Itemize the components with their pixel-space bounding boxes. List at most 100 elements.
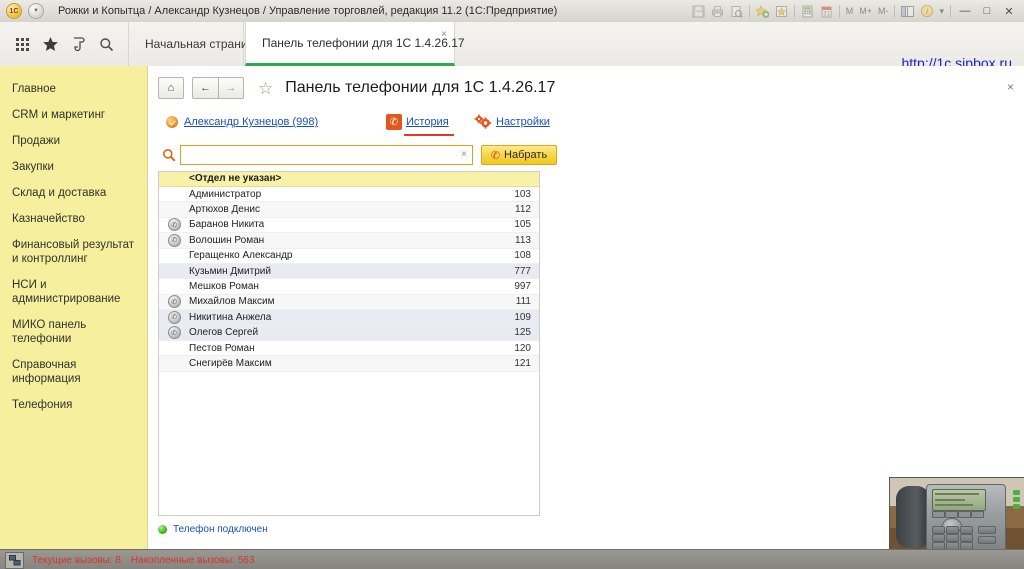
history-scroll-icon[interactable] [68, 34, 88, 54]
maximize-button[interactable]: □ [976, 3, 998, 19]
phone-line-indicator [1013, 490, 1020, 495]
tab-label: Панель телефонии для 1С 1.4.26.17 [262, 35, 465, 50]
search-magnifier-icon [158, 148, 180, 162]
print-preview-icon[interactable] [728, 3, 745, 19]
menu-grid-icon[interactable] [12, 34, 32, 54]
contact-name: Кузьмин Дмитрий [189, 265, 271, 277]
contact-number: 103 [514, 188, 531, 200]
call-status-icon[interactable]: ✆ [167, 295, 181, 309]
sidebar-item-warehouse[interactable]: Склад и доставка [0, 180, 147, 206]
row-icon-cell: ✆ [159, 218, 189, 232]
tab-telephony-panel[interactable]: Панель телефонии для 1С 1.4.26.17 × [245, 22, 465, 66]
status-bar: Текущие вызовы: 8 Накопленные вызовы: 563 [0, 549, 1024, 569]
table-row[interactable]: Снегирёв Максим 121 [159, 356, 539, 372]
toolbar-separator [748, 4, 750, 18]
table-row[interactable]: Кузьмин Дмитрий 777 [159, 263, 539, 280]
memory-label-m[interactable]: M [843, 6, 857, 16]
sidebar-item-miko-telephony[interactable]: МИКО панель телефонии [0, 312, 147, 352]
call-status-icon[interactable]: ✆ [167, 326, 181, 340]
history-link-label: История [406, 116, 449, 128]
table-row[interactable]: ✆ Михайлов Максим 111 [159, 294, 539, 311]
phone-softkey [945, 511, 958, 518]
add-favorite-icon[interactable] [754, 3, 771, 19]
table-row[interactable]: ✆ Баранов Никита 105 [159, 218, 539, 234]
contact-number: 777 [514, 265, 531, 277]
table-row[interactable]: ✆ Олегов Сергей 125 [159, 325, 539, 341]
table-row[interactable]: Пестов Роман 120 [159, 341, 539, 357]
call-status-icon[interactable]: ✆ [167, 233, 181, 247]
clear-search-icon[interactable]: × [461, 149, 467, 160]
toolbar-separator [793, 4, 795, 18]
tab-label: Начальная страница [145, 37, 262, 51]
phone-keypad-key [960, 534, 973, 542]
table-row[interactable]: ✆ Никитина Анжела 109 [159, 310, 539, 326]
calendar-icon[interactable]: 31 [818, 3, 835, 19]
split-window-icon[interactable] [899, 3, 916, 19]
active-link-underline [404, 134, 454, 136]
sidebar-item-financial-result[interactable]: Финансовый результат и контроллинг [0, 232, 147, 272]
sidebar-item-telephony[interactable]: Телефония [0, 392, 147, 418]
favorites-icon[interactable] [773, 3, 790, 19]
contact-number: 111 [515, 296, 531, 308]
row-icon-cell: ✆ [159, 326, 189, 340]
sidebar-item-administration[interactable]: НСИ и администрирование [0, 272, 147, 312]
application-window: 1C ▼ Рожки и Копытца / Александр Кузнецо… [0, 0, 1024, 569]
contact-list-panel[interactable]: <Отдел не указан> Администратор 103 Артю… [158, 171, 540, 516]
close-button[interactable]: ✕ [998, 3, 1020, 19]
sidebar-item-reference-info[interactable]: Справочная информация [0, 352, 147, 392]
current-user[interactable]: Александр Кузнецов (998) [166, 116, 318, 128]
title-dropdown-icon[interactable]: ▼ [28, 3, 44, 19]
phone-keypad-key [960, 526, 973, 534]
tab-home-page[interactable]: Начальная страница [129, 22, 261, 66]
settings-link[interactable]: Настройки [474, 114, 550, 130]
sidebar-item-sales[interactable]: Продажи [0, 128, 147, 154]
sidebar-item-main[interactable]: Главное [0, 76, 147, 102]
status-indicator-icon [158, 525, 167, 534]
table-row[interactable]: Мешков Роман 997 [159, 279, 539, 295]
save-icon[interactable] [690, 3, 707, 19]
table-row[interactable]: Администратор 103 [159, 187, 539, 203]
network-tray-icon[interactable] [5, 551, 24, 569]
memory-label-m-minus[interactable]: M- [875, 6, 892, 16]
search-box[interactable]: × [180, 145, 473, 165]
dial-button[interactable]: ✆ Набрать [481, 145, 557, 165]
row-icon-cell: ✆ [159, 233, 189, 247]
favorites-star-icon[interactable] [40, 34, 60, 54]
contact-name: Волошин Роман [189, 234, 265, 246]
table-row[interactable]: Геращенко Александр 108 [159, 249, 539, 264]
phone-handset-icon: ✆ [386, 114, 402, 130]
table-row[interactable]: ✆ Волошин Роман 113 [159, 233, 539, 249]
sidebar-item-crm[interactable]: CRM и маркетинг [0, 102, 147, 128]
quick-access-toolbar [0, 22, 129, 66]
contact-name: Администратор [189, 188, 262, 200]
phone-softkey [932, 511, 945, 518]
contact-name: Геращенко Александр [189, 250, 293, 262]
phone-function-key [978, 526, 996, 534]
webcam-video-overlay [889, 477, 1024, 550]
memory-label-m-plus[interactable]: M+ [856, 6, 875, 16]
info-dropdown-icon[interactable]: ▾ [936, 6, 947, 17]
search-icon[interactable] [96, 34, 116, 54]
call-status-icon[interactable]: ✆ [167, 218, 181, 232]
minimize-button[interactable]: — [954, 3, 976, 19]
sidebar-item-purchases[interactable]: Закупки [0, 154, 147, 180]
sidebar-item-treasury[interactable]: Казначейство [0, 206, 147, 232]
print-icon[interactable] [709, 3, 726, 19]
contact-name: Снегирёв Максим [189, 357, 272, 369]
page-close-icon[interactable]: × [1007, 80, 1014, 94]
calculator-icon[interactable] [799, 3, 816, 19]
gear-icon [474, 114, 492, 130]
forward-button[interactable]: → [218, 77, 244, 99]
history-link[interactable]: ✆ История [386, 114, 449, 130]
info-icon[interactable]: i [918, 3, 935, 19]
toolbar-separator [950, 4, 951, 18]
table-row[interactable]: Артюхов Денис 112 [159, 202, 539, 218]
search-input[interactable] [187, 148, 454, 162]
home-button[interactable]: ⌂ [158, 77, 184, 99]
contact-number: 997 [514, 281, 531, 293]
app-menu-icon[interactable]: 1C [6, 3, 22, 19]
tab-close-icon[interactable]: × [441, 29, 447, 40]
call-status-icon[interactable]: ✆ [167, 310, 181, 324]
back-button[interactable]: ← [192, 77, 218, 99]
add-to-favorites-icon[interactable]: ☆ [258, 80, 273, 97]
